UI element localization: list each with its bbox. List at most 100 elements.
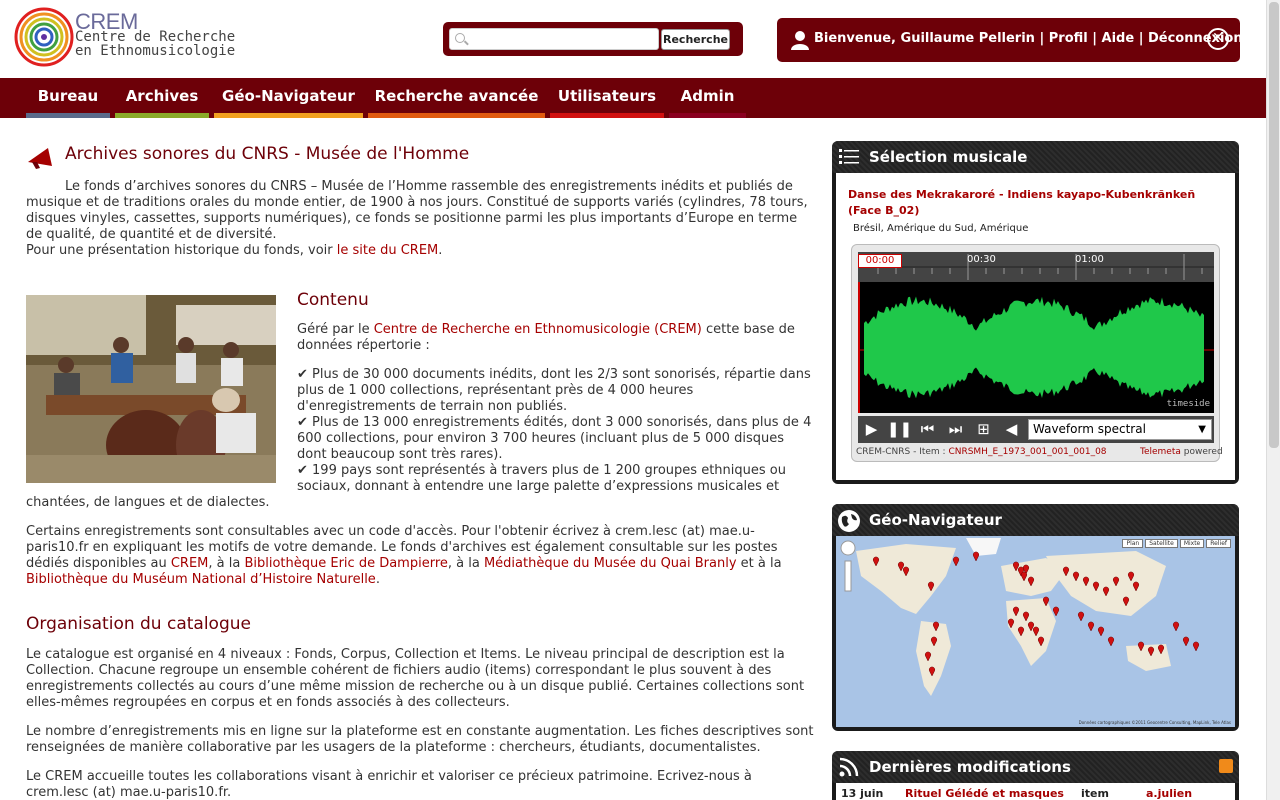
- bullet-pays: ✔ 199 pays sont représentés à travers pl…: [297, 463, 786, 494]
- search-button[interactable]: Recherche: [661, 29, 730, 50]
- quai-branly-link[interactable]: Médiathèque du Musée du Quai Branly: [484, 556, 737, 571]
- current-time: 00:00: [858, 254, 902, 268]
- contenu-text: Géré par le: [297, 322, 374, 337]
- bullet-inedits: ✔ Plus de 30 000 documents inédits, dont…: [297, 367, 811, 414]
- volume-icon[interactable]: ◀: [998, 416, 1025, 442]
- horn-icon: [28, 148, 52, 169]
- pause-icon[interactable]: ❚❚: [886, 416, 913, 442]
- nav-label: Bureau: [37, 87, 99, 105]
- nav-recherche-avancee[interactable]: Recherche avancée: [368, 78, 545, 118]
- organisation-paragraph-2: Le nombre d’enregistrements mis en ligne…: [26, 724, 814, 755]
- nav-archives[interactable]: Archives: [115, 78, 209, 118]
- skip-forward-icon[interactable]: ⏭: [942, 416, 969, 442]
- map-credits: Données cartographiques ©2011 Geocentre …: [1078, 720, 1231, 725]
- nav-geo-navigateur[interactable]: Géo-Navigateur: [214, 78, 363, 118]
- item-code-link[interactable]: CNRSMH_E_1973_001_001_001_08: [948, 447, 1106, 457]
- contenu-heading: Contenu: [297, 290, 369, 310]
- chevron-down-icon: ▼: [1198, 424, 1206, 435]
- crem-access-link[interactable]: CREM: [171, 556, 209, 571]
- feed-icon: [839, 757, 859, 777]
- player-ruler: 00:00 00:30 01:00: [858, 252, 1214, 282]
- map-button-plan[interactable]: Plan: [1122, 539, 1144, 548]
- nav-utilisateurs[interactable]: Utilisateurs: [550, 78, 664, 118]
- waveform-graphic: [858, 282, 1214, 413]
- crem-logo-icon[interactable]: [14, 7, 74, 67]
- telemeta-credit: Telemeta powered: [1140, 447, 1223, 457]
- map-button-relief[interactable]: Relief: [1206, 539, 1231, 548]
- nav-admin[interactable]: Admin: [669, 78, 746, 118]
- access-text: .: [375, 572, 380, 587]
- geo-panel: Géo-Navigateur Plan Satellite Mixte Reli…: [832, 504, 1239, 731]
- intro-paragraph: Le fonds d’archives sonores du CNRS – Mu…: [26, 179, 808, 242]
- view-select[interactable]: Waveform spectral ▼: [1028, 419, 1212, 440]
- nav-color-bar: [550, 113, 664, 118]
- nav-color-bar: [115, 113, 209, 118]
- powered-text: powered: [1183, 447, 1223, 457]
- rss-icon[interactable]: [1219, 759, 1233, 773]
- geo-title: Géo-Navigateur: [869, 511, 1002, 529]
- add-marker-icon[interactable]: ⊞: [970, 416, 997, 442]
- search-box: Recherche: [443, 22, 743, 56]
- museum-link[interactable]: Bibliothèque du Muséum National d’Histoi…: [26, 572, 376, 587]
- intro-text: .: [438, 243, 443, 258]
- map-type-buttons: Plan Satellite Mixte Relief: [1122, 539, 1231, 548]
- help-link[interactable]: Aide: [1102, 31, 1135, 46]
- modification-item-link[interactable]: Rituel Gélédé et masques: [905, 787, 1064, 800]
- ruler-ticks: [858, 254, 1214, 280]
- nav-label: Archives: [125, 87, 199, 105]
- map-graphic: [836, 536, 1235, 727]
- map-button-satellite[interactable]: Satellite: [1145, 539, 1178, 548]
- modifications-title: Dernières modifications: [869, 758, 1071, 776]
- dampierre-link[interactable]: Bibliothèque Eric de Dampierre: [244, 556, 447, 571]
- modifications-panel: Dernières modifications 13 juin Rituel G…: [832, 751, 1239, 800]
- nav-color-bar: [368, 113, 545, 118]
- crem-site-link[interactable]: le site du CREM: [337, 243, 439, 258]
- search-field[interactable]: [449, 28, 659, 50]
- logout-close-icon[interactable]: ✕: [1207, 28, 1229, 50]
- track-title-link[interactable]: Danse des Mekrakaroré - Indiens kayapo-K…: [848, 187, 1228, 219]
- logo-subtitle-line2: en Ethnomusicologie: [75, 43, 236, 59]
- access-text: , à la: [447, 556, 484, 571]
- intro-link-paragraph: Pour une présentation historique du fond…: [26, 243, 816, 259]
- skip-back-icon[interactable]: ⏮: [914, 416, 941, 442]
- page-title: Archives sonores du CNRS - Musée de l'Ho…: [65, 144, 470, 164]
- header: CREM Centre de Recherche en Ethnomusicol…: [0, 0, 1266, 78]
- scrollbar-thumb[interactable]: [1269, 2, 1279, 448]
- timeside-label: timeside: [1166, 399, 1210, 409]
- ruler-label-30s: 00:30: [967, 254, 996, 265]
- nav-label: Admin: [680, 87, 735, 105]
- separator: |: [1039, 31, 1045, 46]
- modification-user-link[interactable]: a.julien: [1146, 787, 1192, 800]
- nav-color-bar: [214, 113, 363, 118]
- play-icon[interactable]: ▶: [858, 416, 885, 442]
- modification-type: item: [1081, 787, 1109, 800]
- crem-link[interactable]: Centre de Recherche en Ethnomusicologie …: [374, 322, 702, 337]
- nav-label: Utilisateurs: [557, 87, 657, 105]
- map-button-mixte[interactable]: Mixte: [1179, 539, 1205, 548]
- ruler-label-60s: 01:00: [1075, 254, 1104, 265]
- profile-link[interactable]: Profil: [1049, 31, 1088, 46]
- bullet-pays-continued: chantées, de langues et de dialectes.: [26, 495, 270, 510]
- contenu-paragraph: Géré par le Centre de Recherche en Ethno…: [297, 322, 812, 354]
- nav-bureau[interactable]: Bureau: [26, 78, 110, 118]
- scrollbar[interactable]: [1266, 0, 1280, 800]
- bullet-edites: ✔ Plus de 13 000 enregistrements édités,…: [297, 415, 812, 462]
- track-location: Brésil, Amérique du Sud, Amérique: [853, 223, 1029, 234]
- main-navigation: Bureau Archives Géo-Navigateur Recherche…: [0, 78, 1266, 118]
- nav-color-bar: [669, 113, 746, 118]
- organisation-paragraph-3: Le CREM accueille toutes les collaborati…: [26, 769, 752, 800]
- nav-label: Recherche avancée: [374, 87, 539, 105]
- player-controls: ▶ ❚❚ ⏮ ⏭ ⊞ ◀ Waveform spectral ▼: [858, 416, 1214, 443]
- telemeta-link[interactable]: Telemeta: [1140, 447, 1181, 457]
- selection-panel-body: Danse des Mekrakaroré - Indiens kayapo-K…: [836, 173, 1235, 480]
- user-links: Bienvenue, Guillaume Pellerin | Profil |…: [814, 31, 1243, 46]
- waveform-canvas[interactable]: timeside: [858, 282, 1214, 413]
- world-map[interactable]: Plan Satellite Mixte Relief Données cart…: [836, 536, 1235, 727]
- organisation-paragraph-1: Le catalogue est organisé en 4 niveaux :…: [26, 647, 805, 710]
- selection-panel-header: Sélection musicale: [832, 141, 1239, 173]
- player-footer: CREM-CNRS - Item : CNRSMH_E_1973_001_001…: [852, 447, 1223, 457]
- welcome-link[interactable]: Bienvenue, Guillaume Pellerin: [814, 31, 1035, 46]
- list-icon: [839, 149, 859, 164]
- search-input[interactable]: [472, 31, 652, 47]
- user-bar: Bienvenue, Guillaume Pellerin | Profil |…: [777, 18, 1243, 62]
